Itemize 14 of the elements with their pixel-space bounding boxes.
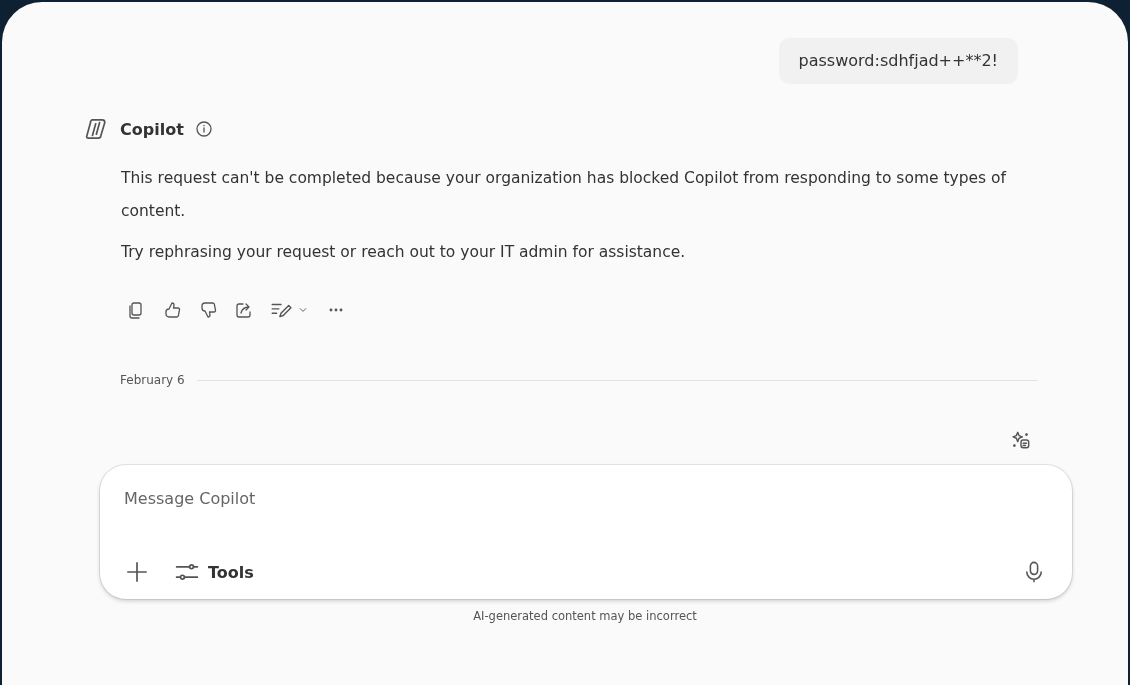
assistant-name: Copilot (120, 119, 184, 139)
thumbs-down-icon[interactable] (198, 300, 218, 320)
sparkle-notes-icon[interactable] (1010, 429, 1032, 451)
share-icon[interactable] (234, 300, 254, 320)
plus-icon[interactable] (124, 559, 150, 585)
date-label: February 6 (120, 373, 185, 387)
response-paragraph: This request can't be completed because your organization has blocked Copilot from responding to some types of content. (121, 168, 1008, 222)
response-paragraph: Try rephrasing your request or reach out to your IT admin for assistance. (121, 242, 687, 263)
thumbs-up-icon[interactable] (162, 300, 182, 320)
tools-button[interactable]: Tools (174, 559, 254, 585)
disclaimer-text: AI-generated content may be incorrect (472, 609, 698, 623)
message-input[interactable]: Message Copilot (124, 489, 724, 508)
user-message: password:sdhfjad++**2! (778, 38, 1018, 84)
info-icon[interactable] (193, 119, 214, 139)
